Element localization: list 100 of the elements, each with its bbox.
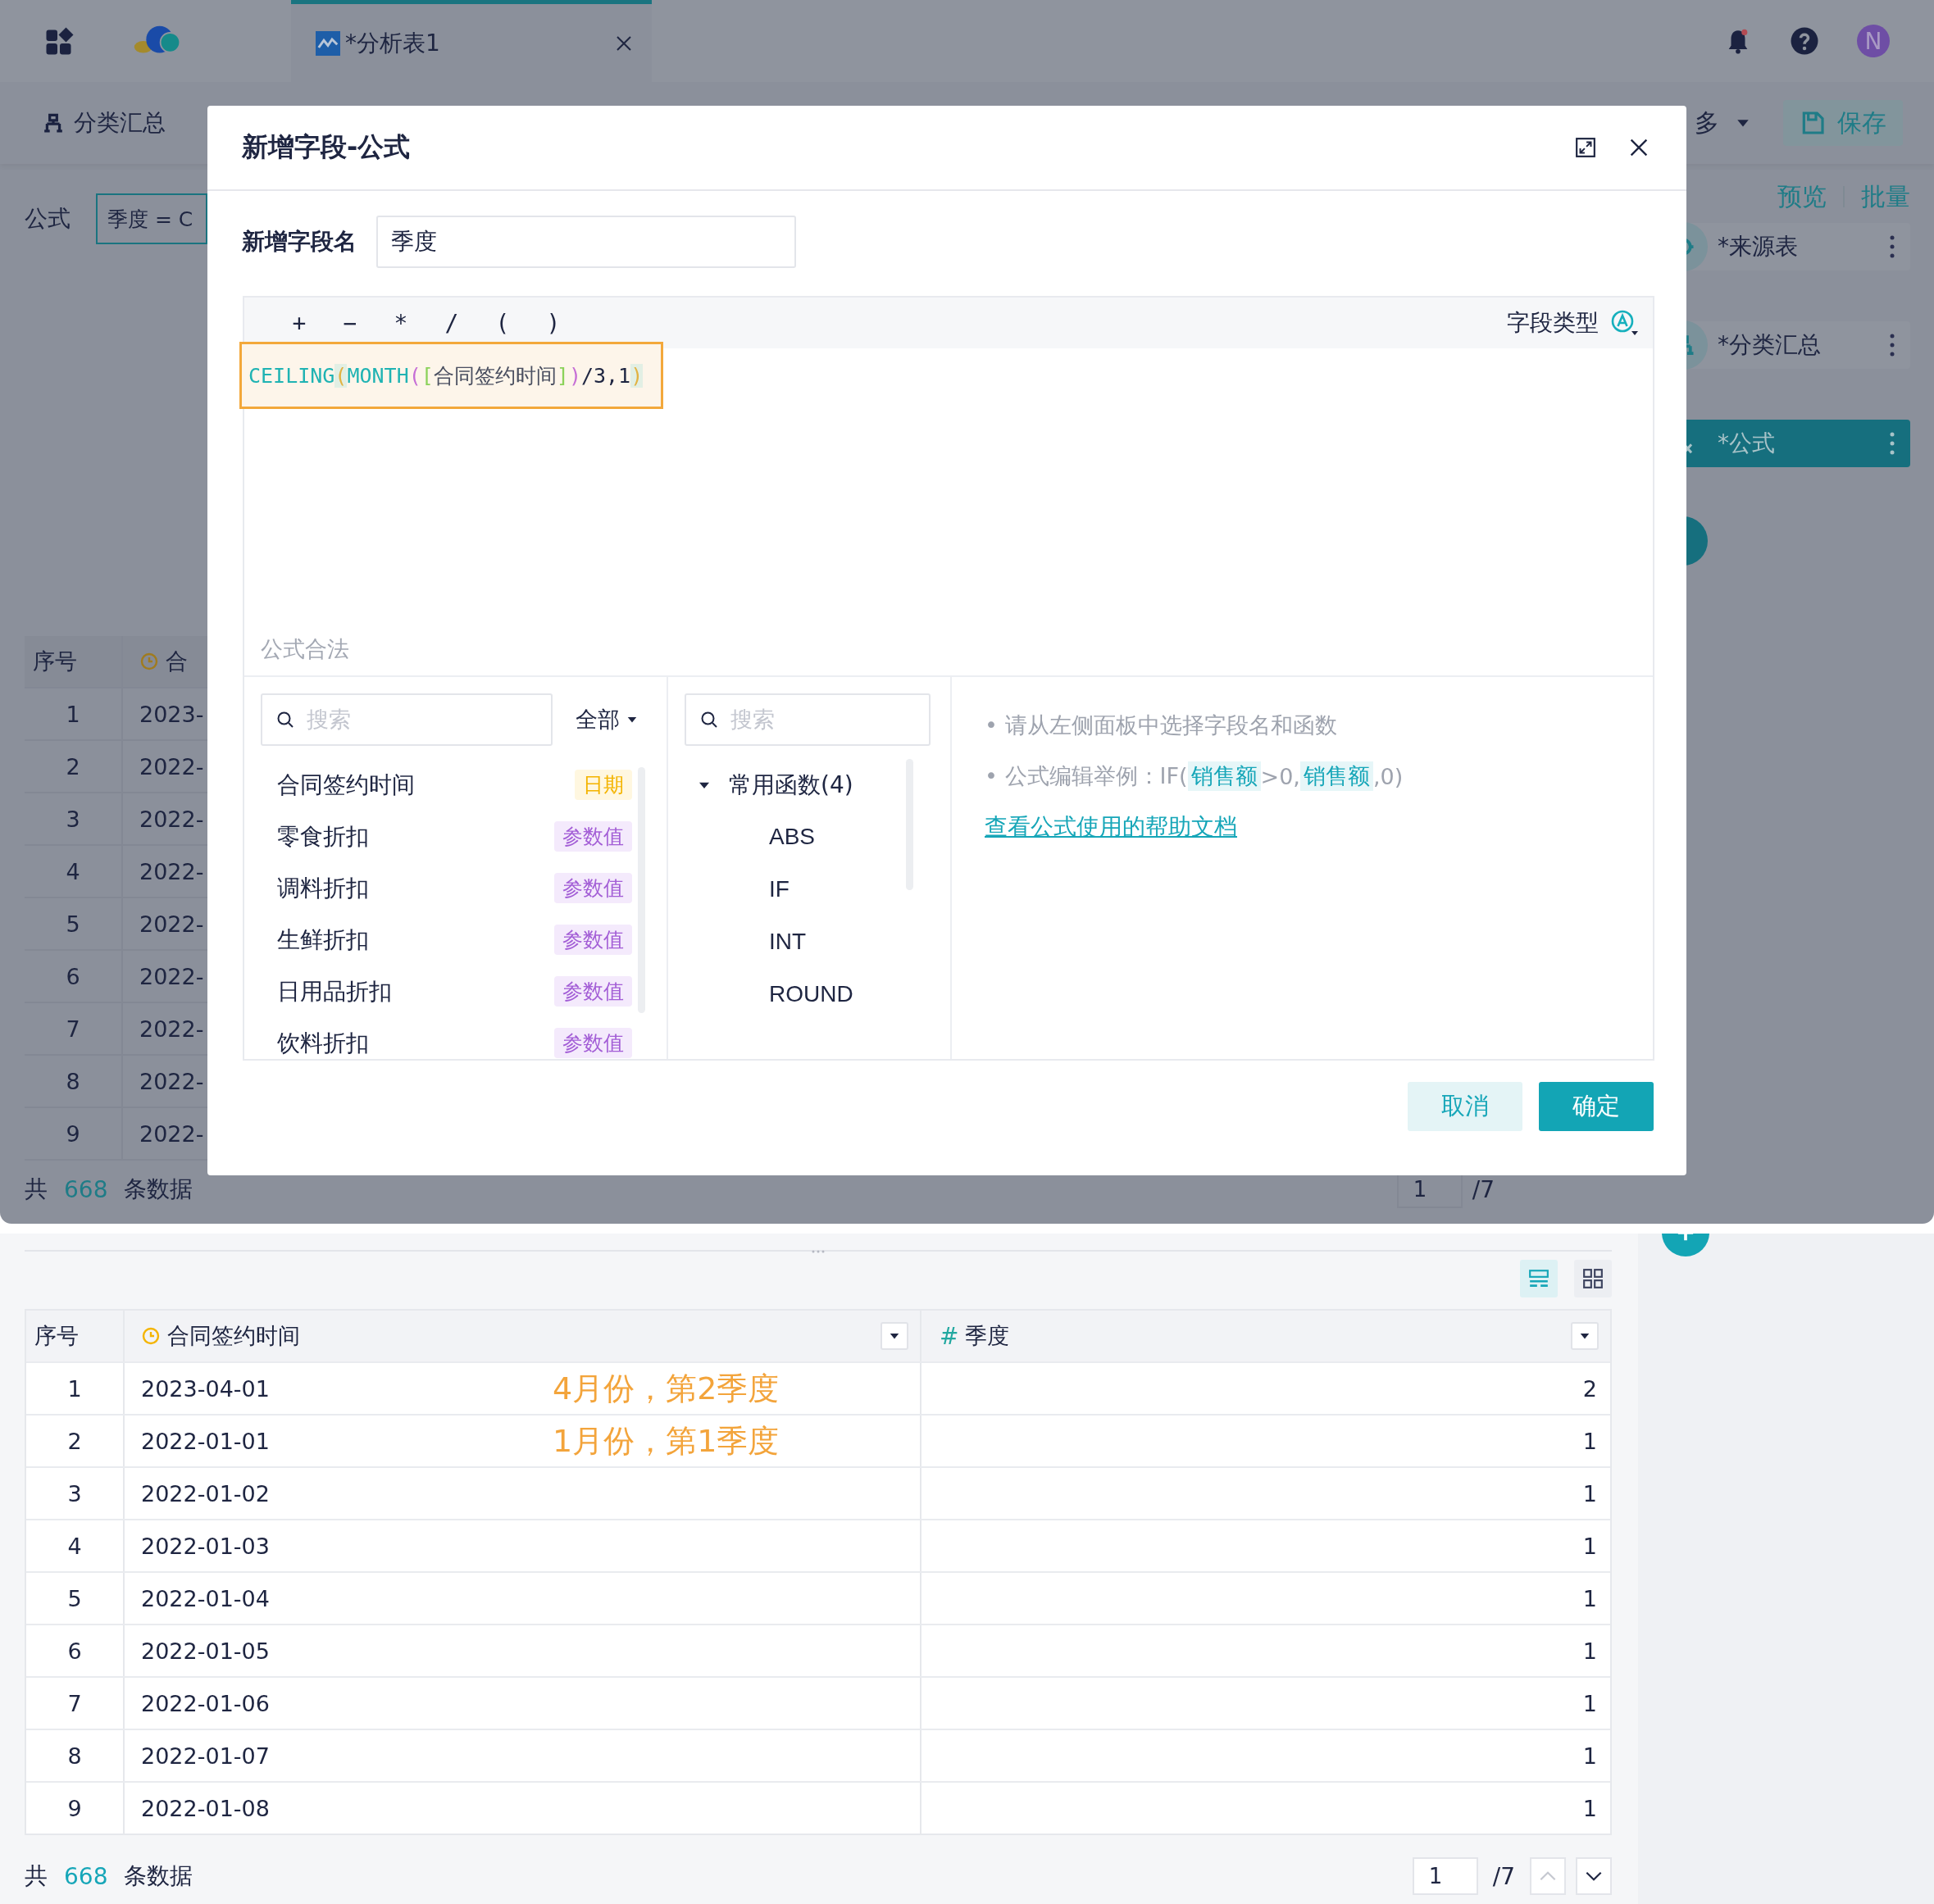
field-name-label: 新增字段名 bbox=[242, 227, 357, 257]
table-cell-text: 2022- bbox=[139, 910, 204, 938]
column-header: 季度 bbox=[965, 1322, 1011, 1350]
dialog-title: 新增字段-公式 bbox=[242, 130, 412, 164]
table-cell-text: 2022- bbox=[139, 1015, 204, 1043]
field-item[interactable]: 生鲜折扣 参数值 bbox=[277, 914, 632, 966]
tab[interactable]: *分析表1 bbox=[291, 0, 652, 82]
clock-icon bbox=[141, 1326, 161, 1346]
operator-button[interactable]: ( bbox=[480, 309, 525, 337]
function-item[interactable]: ROUND bbox=[668, 968, 950, 1020]
table-cell-text: 2022- bbox=[139, 962, 204, 991]
table-cell: 4 bbox=[25, 846, 123, 897]
field-item[interactable]: 日用品折扣 参数值 bbox=[277, 966, 632, 1017]
field-item[interactable]: 零食折扣 参数值 bbox=[277, 811, 632, 862]
type-tag: 参数值 bbox=[554, 976, 632, 1007]
table-cell: 1 bbox=[25, 688, 123, 739]
type-tag: 参数值 bbox=[554, 821, 632, 852]
field-item[interactable]: 调料折扣 参数值 bbox=[277, 862, 632, 914]
table-cell-text: 1 bbox=[1581, 1427, 1598, 1456]
more-icon[interactable] bbox=[1889, 234, 1895, 259]
operator-button[interactable]: − bbox=[328, 309, 372, 337]
footer-text: 共 bbox=[25, 1861, 48, 1891]
toolbar-item[interactable]: 分类汇总 bbox=[43, 107, 166, 139]
status-text: 公式合法 bbox=[261, 636, 349, 661]
grid-view-button[interactable] bbox=[1574, 1260, 1612, 1297]
list-icon bbox=[1528, 1268, 1549, 1289]
table-cell: 2022-01-06 bbox=[141, 1690, 270, 1716]
help-icon[interactable] bbox=[1790, 26, 1819, 56]
operator-button[interactable]: + bbox=[277, 309, 321, 337]
table-cell: 5 bbox=[26, 1573, 125, 1624]
field-type-label: 字段类型 bbox=[1507, 308, 1599, 338]
table-cell-text: 1 bbox=[1581, 1532, 1598, 1561]
type-tag: 参数值 bbox=[554, 1028, 632, 1058]
function-group[interactable]: 常用函数(4) bbox=[668, 759, 950, 811]
table-cell-text: 2023- bbox=[139, 700, 204, 729]
page-input[interactable]: 1 bbox=[1412, 1857, 1478, 1895]
record-count: 668 bbox=[64, 1175, 108, 1203]
table-cell-text: 1 bbox=[1581, 1584, 1598, 1613]
apps-icon[interactable] bbox=[45, 26, 75, 56]
operator-button[interactable]: / bbox=[430, 309, 474, 337]
tip-text: • 请从左侧面板中选择字段名和函数 bbox=[985, 711, 1338, 739]
table-cell: 6 bbox=[26, 1625, 125, 1676]
column-header: 序号 bbox=[25, 636, 123, 687]
field-label: 公式 bbox=[25, 204, 71, 234]
table-cell: 2 bbox=[26, 1416, 125, 1466]
table-cell: 2022-01-05 bbox=[141, 1638, 270, 1664]
more-menu[interactable]: 多 bbox=[1695, 106, 1719, 140]
table-cell-text: 2022- bbox=[139, 857, 204, 886]
table-cell: 5 bbox=[25, 898, 123, 949]
footer-text: 条数据 bbox=[124, 1175, 193, 1204]
footer-text: 条数据 bbox=[124, 1861, 193, 1891]
formula-field[interactable]: 季度 = C bbox=[96, 193, 207, 244]
record-count: 668 bbox=[64, 1862, 108, 1890]
function-item[interactable]: INT bbox=[668, 916, 950, 968]
table-cell: 2022-01-03 bbox=[141, 1533, 270, 1559]
table-cell-text: 1 bbox=[1581, 1479, 1598, 1508]
table-cell-text: 1 bbox=[1581, 1637, 1598, 1665]
number-type-mark: # bbox=[940, 1322, 959, 1350]
formula-text[interactable]: CEILING(MONTH([合同签约时间])/3,1) bbox=[239, 342, 664, 409]
table-cell: 8 bbox=[26, 1730, 125, 1781]
field-item[interactable]: 合同签约时间 日期 bbox=[277, 759, 632, 811]
type-tag: 日期 bbox=[575, 770, 632, 800]
tip-text: • 公式编辑举例：IF(销售额>0,销售额,0) bbox=[985, 761, 1404, 793]
chart-icon bbox=[316, 30, 340, 56]
search-icon bbox=[699, 710, 719, 729]
table-cell: 2022-01-01 bbox=[141, 1428, 270, 1454]
filter-dropdown[interactable]: 全部 bbox=[576, 705, 638, 734]
annotation-text: 4月份，第2季度 bbox=[553, 1369, 780, 1408]
more-icon[interactable] bbox=[1889, 333, 1895, 357]
table-cell: 6 bbox=[25, 951, 123, 1002]
type-tag: 参数值 bbox=[554, 873, 632, 903]
table-cell: 2022-01-04 bbox=[141, 1585, 270, 1611]
table-cell: 3 bbox=[26, 1468, 125, 1519]
table-cell: 2022-01-02 bbox=[141, 1480, 270, 1506]
table-cell-text: 2 bbox=[1581, 1375, 1598, 1403]
table-cell-text: 1 bbox=[1581, 1794, 1598, 1823]
table-cell: 3 bbox=[25, 793, 123, 844]
column-menu-button[interactable] bbox=[1571, 1322, 1599, 1350]
table-cell-text: 2022- bbox=[139, 1120, 204, 1148]
function-item[interactable]: IF bbox=[668, 863, 950, 916]
table-cell: 2 bbox=[25, 741, 123, 792]
table-cell: 1 bbox=[26, 1363, 125, 1414]
table-cell-text: 2022- bbox=[139, 752, 204, 781]
expand-icon[interactable] bbox=[1575, 137, 1596, 158]
function-item[interactable]: ABS bbox=[668, 811, 950, 863]
more-icon[interactable] bbox=[1889, 431, 1895, 456]
page-total: /7 bbox=[1492, 1862, 1515, 1890]
column-header: 序号 bbox=[26, 1311, 125, 1361]
operator-button[interactable]: ) bbox=[531, 309, 576, 337]
table-cell: 4 bbox=[26, 1520, 125, 1571]
table-cell-text: 2022- bbox=[139, 805, 204, 834]
field-name-input[interactable]: 季度 bbox=[376, 216, 796, 268]
next-page-button[interactable] bbox=[1576, 1857, 1612, 1895]
table-cell: 8 bbox=[25, 1056, 123, 1107]
operator-button[interactable]: * bbox=[379, 309, 423, 337]
table-cell: 7 bbox=[26, 1678, 125, 1729]
table-cell-text: 1 bbox=[1581, 1689, 1598, 1718]
table-cell: 9 bbox=[25, 1108, 123, 1159]
type-tag: 参数值 bbox=[554, 925, 632, 955]
column-menu-button[interactable] bbox=[881, 1322, 908, 1350]
